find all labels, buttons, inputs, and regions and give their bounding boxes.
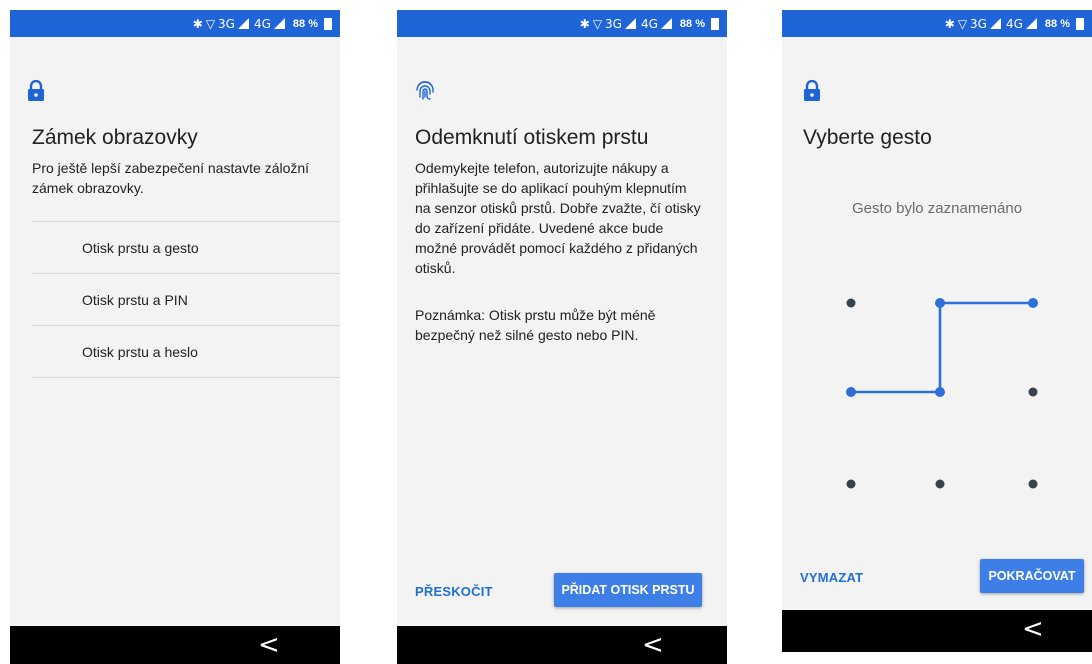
choose-pattern-screen: ✱ ▽ 3G 4G 88 % Vyberte gesto Gesto bylo … (782, 10, 1092, 664)
bluetooth-icon: ✱ (579, 16, 590, 31)
pattern-dot[interactable] (846, 298, 856, 308)
network-type-3g: 3G (218, 16, 235, 31)
pattern-dot-selected[interactable] (935, 387, 945, 397)
network-type-4g: 4G (640, 16, 658, 31)
battery-icon (324, 17, 332, 30)
fingerprint-note: Poznámka: Otisk prstu může být méně bezp… (415, 307, 656, 343)
back-icon[interactable]: < (1022, 616, 1044, 642)
data-saver-icon: ▽ (592, 16, 603, 31)
clear-button[interactable]: VYMAZAT (800, 570, 863, 585)
battery-percentage: 88 % (292, 17, 318, 30)
pattern-dot[interactable] (935, 479, 945, 489)
signal-icon (273, 18, 285, 29)
pattern-dot-selected[interactable] (846, 387, 856, 397)
pattern-dot[interactable] (1028, 479, 1038, 489)
pattern-dot-selected[interactable] (935, 298, 945, 308)
navigation-bar: < (782, 610, 1092, 652)
page-description: Pro ještě lepší zabezpečení nastavte zál… (32, 160, 310, 196)
pattern-dot[interactable] (846, 479, 856, 489)
status-bar: ✱ ▽ 3G 4G 88 % (397, 10, 727, 37)
continue-button[interactable]: POKRAČOVAT (980, 559, 1084, 593)
option-fingerprint-password[interactable]: Otisk prstu a heslo (32, 326, 340, 378)
lock-options-list: Otisk prstu a gesto Otisk prstu a PIN Ot… (32, 221, 340, 378)
bottom-spacer (782, 652, 1092, 664)
pattern-dot-selected[interactable] (1028, 298, 1038, 308)
network-type-3g: 3G (605, 16, 622, 31)
pattern-dot[interactable] (1028, 387, 1038, 397)
page-description: Odemykejte telefon, autorizujte nákupy a… (415, 160, 701, 276)
navigation-bar: < (10, 626, 340, 664)
skip-button[interactable]: PŘESKOČIT (415, 584, 493, 599)
data-saver-icon: ▽ (205, 16, 216, 31)
lock-icon (28, 80, 44, 101)
pattern-path (851, 301, 1033, 394)
signal-icon (237, 18, 249, 29)
back-icon[interactable]: < (258, 632, 280, 658)
page-title: Zámek obrazovky (32, 126, 198, 149)
page-title: Odemknutí otiskem prstu (415, 126, 649, 149)
network-type-4g: 4G (253, 16, 271, 31)
signal-icon (624, 18, 636, 29)
option-fingerprint-pin[interactable]: Otisk prstu a PIN (32, 274, 340, 326)
screen-lock-screen: ✱ ▽ 3G 4G 88 % Zámek obrazovky Pro ještě… (10, 10, 340, 664)
navigation-bar: < (397, 626, 727, 664)
back-icon[interactable]: < (642, 632, 664, 658)
bluetooth-icon: ✱ (192, 16, 203, 31)
fingerprint-unlock-screen: ✱ ▽ 3G 4G 88 % Odemknutí otiskem prstu O… (397, 10, 727, 664)
signal-icon (660, 18, 672, 29)
fingerprint-icon (416, 81, 434, 100)
status-bar: ✱ ▽ 3G 4G 88 % (10, 10, 340, 37)
battery-icon (711, 17, 719, 30)
option-fingerprint-pattern[interactable]: Otisk prstu a gesto (32, 222, 340, 274)
add-fingerprint-button[interactable]: PŘIDAT OTISK PRSTU (554, 573, 702, 607)
battery-percentage: 88 % (679, 17, 705, 30)
